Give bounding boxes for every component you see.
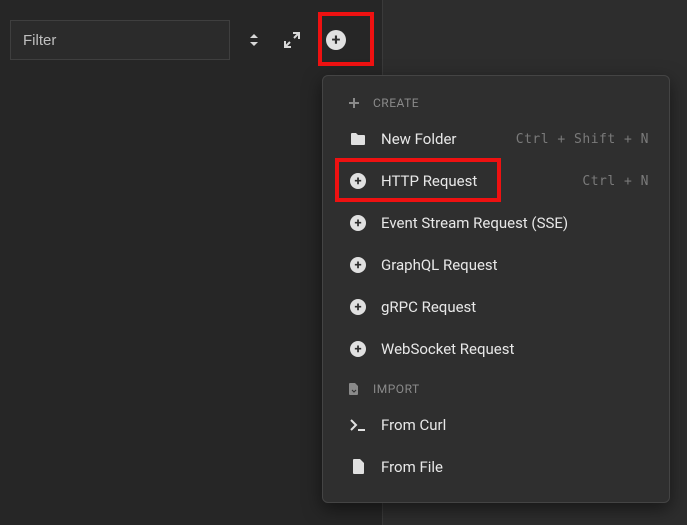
menu-item-label: gRPC Request — [381, 298, 649, 316]
menu-item-label: From Curl — [381, 416, 649, 434]
menu-item-label: New Folder — [381, 130, 502, 148]
menu-item-shortcut: Ctrl + Shift + N — [516, 132, 649, 147]
plus-circle-icon: + — [349, 214, 367, 232]
sort-icon — [246, 32, 262, 48]
sort-button[interactable] — [240, 26, 268, 54]
file-import-icon — [349, 458, 367, 476]
terminal-icon — [349, 416, 367, 434]
section-import-label: IMPORT — [373, 382, 420, 396]
expand-icon — [284, 32, 300, 48]
menu-item-label: Event Stream Request (SSE) — [381, 214, 649, 232]
menu-item-label: From File — [381, 458, 649, 476]
menu-item-graphql-request[interactable]: + GraphQL Request — [323, 244, 669, 286]
create-dropdown: CREATE New Folder Ctrl + Shift + N + HTT… — [322, 75, 670, 503]
filter-input[interactable] — [10, 20, 230, 60]
menu-item-from-curl[interactable]: From Curl — [323, 404, 669, 446]
menu-item-label: HTTP Request — [381, 172, 568, 190]
expand-button[interactable] — [278, 26, 306, 54]
sidebar-toolbar: + — [10, 20, 350, 60]
plus-circle-icon: + — [349, 340, 367, 358]
plus-circle-icon: + — [349, 172, 367, 190]
import-icon — [345, 380, 363, 398]
menu-item-shortcut: Ctrl + N — [582, 174, 649, 189]
section-header-import: IMPORT — [323, 370, 669, 404]
menu-item-websocket-request[interactable]: + WebSocket Request — [323, 328, 669, 370]
section-header-create: CREATE — [323, 84, 669, 118]
menu-item-grpc-request[interactable]: + gRPC Request — [323, 286, 669, 328]
folder-icon — [349, 130, 367, 148]
section-create-label: CREATE — [373, 96, 419, 110]
plus-circle-icon: + — [349, 256, 367, 274]
plus-icon — [345, 94, 363, 112]
menu-item-label: WebSocket Request — [381, 340, 649, 358]
menu-item-http-request[interactable]: + HTTP Request Ctrl + N — [323, 160, 669, 202]
menu-item-new-folder[interactable]: New Folder Ctrl + Shift + N — [323, 118, 669, 160]
plus-circle-icon: + — [326, 30, 346, 50]
menu-item-from-file[interactable]: From File — [323, 446, 669, 488]
menu-item-label: GraphQL Request — [381, 256, 649, 274]
plus-circle-icon: + — [349, 298, 367, 316]
menu-item-sse-request[interactable]: + Event Stream Request (SSE) — [323, 202, 669, 244]
add-button[interactable]: + — [322, 26, 350, 54]
